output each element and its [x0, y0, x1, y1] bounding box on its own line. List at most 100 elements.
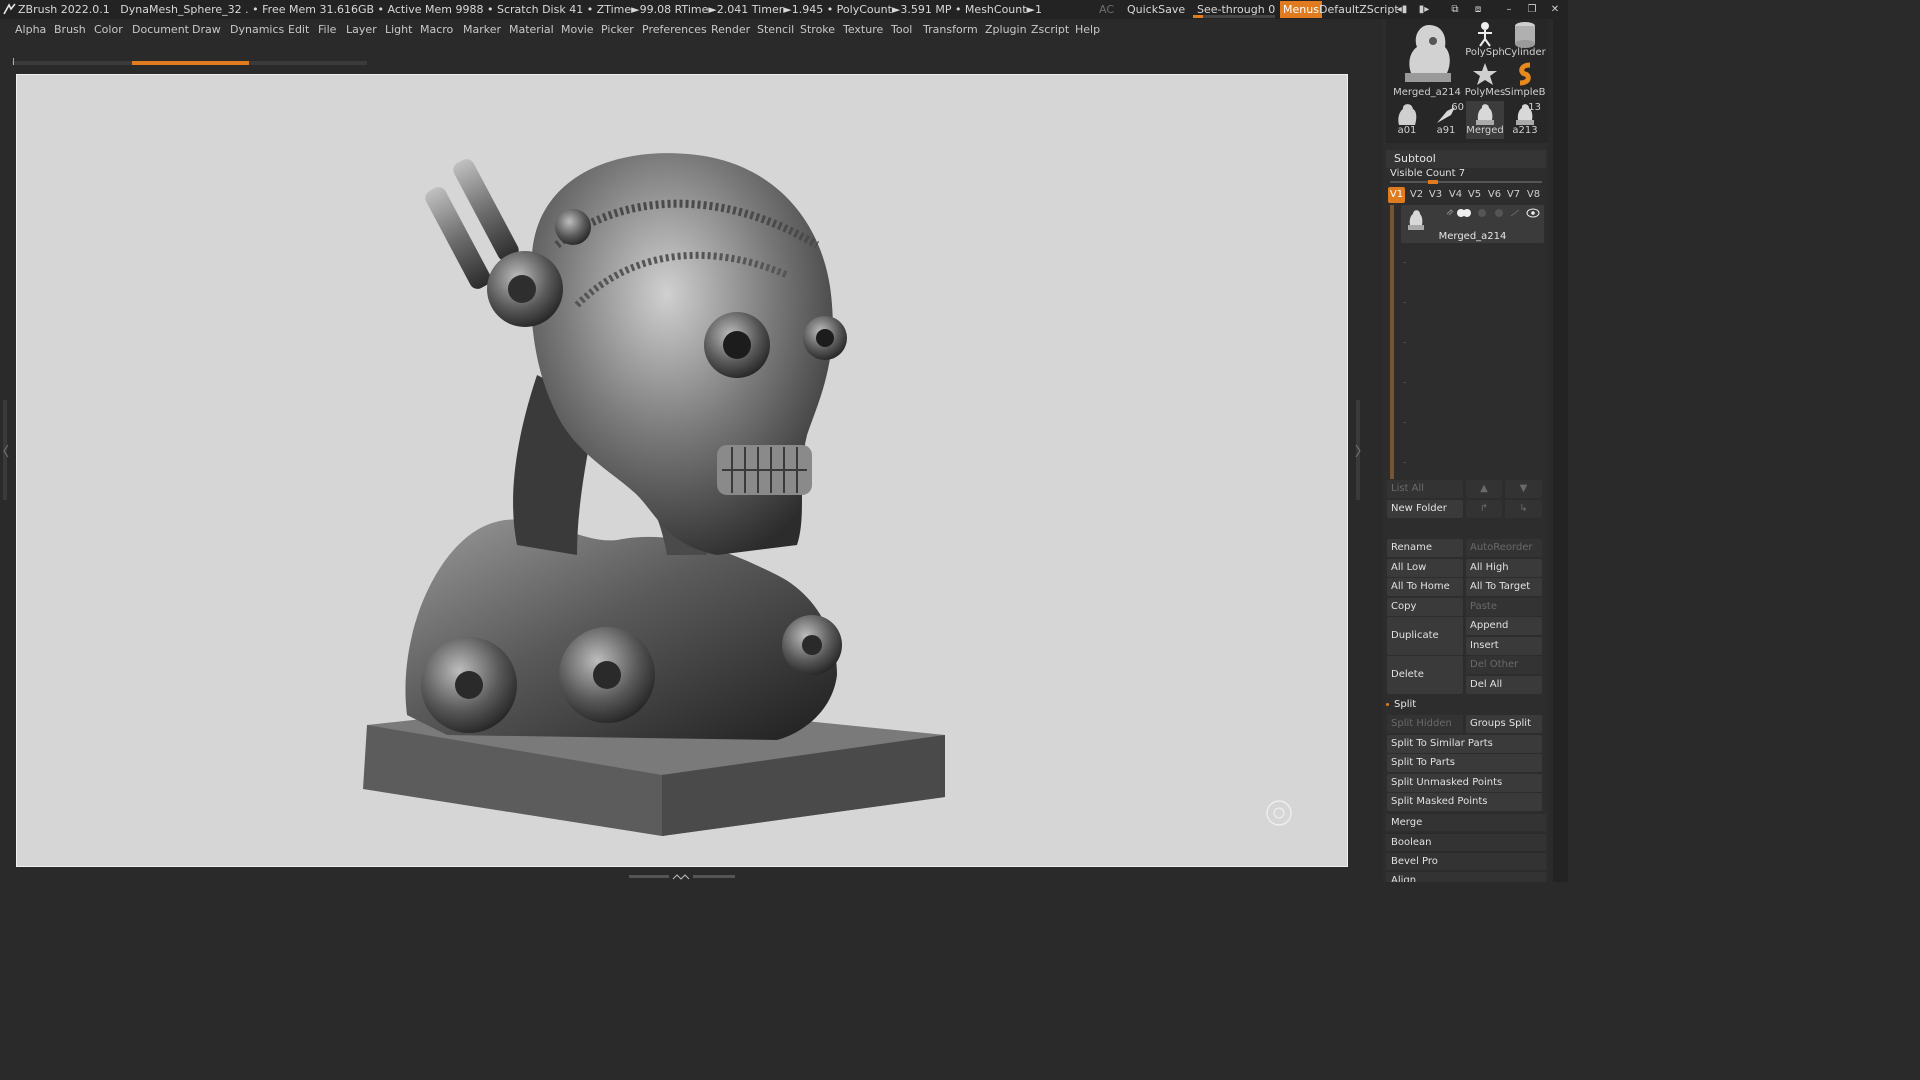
- tool-thumb-a91[interactable]: 60 a91: [1427, 101, 1465, 139]
- tab-v8[interactable]: V8: [1525, 187, 1542, 203]
- window-layout-icon[interactable]: ⧉: [1447, 3, 1463, 16]
- menu-texture[interactable]: Texture: [843, 20, 883, 40]
- right-tray-arrow-icon[interactable]: [1355, 444, 1361, 458]
- menu-material[interactable]: Material: [509, 20, 554, 40]
- tool-thumb-polymesh[interactable]: PolyMes: [1465, 62, 1505, 100]
- menu-brush[interactable]: Brush: [54, 20, 86, 40]
- tab-v2[interactable]: V2: [1408, 187, 1425, 203]
- menu-marker[interactable]: Marker: [463, 20, 501, 40]
- split-section-header[interactable]: Split: [1386, 697, 1416, 713]
- tab-v4[interactable]: V4: [1447, 187, 1464, 203]
- merge-section[interactable]: Merge: [1386, 813, 1546, 831]
- ui-layout-icon[interactable]: ⧈: [1470, 3, 1486, 16]
- bottom-tray-arrow-icon[interactable]: [672, 874, 690, 880]
- boolean-section[interactable]: Boolean: [1386, 833, 1546, 851]
- align-section[interactable]: Align: [1386, 871, 1546, 882]
- split-unmasked-points-button[interactable]: Split Unmasked Points: [1387, 774, 1542, 792]
- navigation-gizmo-icon[interactable]: [1266, 800, 1292, 826]
- tab-v5[interactable]: V5: [1466, 187, 1483, 203]
- all-low-button[interactable]: All Low: [1387, 559, 1463, 577]
- menu-draw[interactable]: Draw: [192, 20, 221, 40]
- menu-zscript[interactable]: Zscript: [1031, 20, 1069, 40]
- visible-count-slider[interactable]: [1390, 180, 1542, 184]
- menu-render[interactable]: Render: [711, 20, 750, 40]
- del-all-button[interactable]: Del All: [1466, 676, 1542, 694]
- menus-toggle-button[interactable]: Menus: [1280, 1, 1322, 18]
- split-similar-parts-button[interactable]: Split To Similar Parts: [1387, 735, 1542, 753]
- right-tray-scrollbar[interactable]: [1553, 19, 1568, 882]
- menu-document[interactable]: Document: [132, 20, 189, 40]
- paste-button[interactable]: Paste: [1466, 598, 1542, 616]
- all-to-target-button[interactable]: All To Target: [1466, 578, 1542, 596]
- subtool-item-merged[interactable]: Merged_a214: [1401, 205, 1544, 243]
- bottom-tray-left[interactable]: [629, 875, 669, 878]
- cyborg-skull-sculpt[interactable]: [363, 153, 945, 836]
- see-through-slider[interactable]: [1193, 15, 1275, 18]
- restore-icon[interactable]: ❐: [1524, 3, 1540, 16]
- delete-button[interactable]: Delete: [1387, 656, 1463, 694]
- sculpt-viewport[interactable]: [17, 75, 1348, 867]
- menu-stroke[interactable]: Stroke: [800, 20, 835, 40]
- menu-preferences[interactable]: Preferences: [642, 20, 707, 40]
- rename-button[interactable]: Rename: [1387, 539, 1463, 557]
- tab-v6[interactable]: V6: [1486, 187, 1503, 203]
- bevel-pro-section[interactable]: Bevel Pro: [1386, 852, 1546, 870]
- del-other-button[interactable]: Del Other: [1466, 656, 1542, 674]
- tool-thumb-cylinder[interactable]: Cylinder: [1504, 21, 1546, 61]
- new-folder-button[interactable]: New Folder: [1387, 500, 1463, 518]
- all-to-home-button[interactable]: All To Home: [1387, 578, 1463, 596]
- default-zscript-button[interactable]: DefaultZScript: [1319, 0, 1399, 19]
- move-up-icon[interactable]: ▲: [1466, 480, 1502, 498]
- bottom-tray-right[interactable]: [693, 875, 735, 878]
- menu-light[interactable]: Light: [385, 20, 412, 40]
- split-hidden-button[interactable]: Split Hidden: [1387, 715, 1463, 733]
- tool-thumb-a01[interactable]: a01: [1388, 101, 1426, 139]
- groups-split-button[interactable]: Groups Split: [1466, 715, 1542, 733]
- folder-out-icon[interactable]: ↳: [1505, 500, 1542, 518]
- split-masked-points-button[interactable]: Split Masked Points: [1387, 793, 1542, 811]
- left-tray-arrow-icon[interactable]: [3, 444, 9, 458]
- split-to-parts-button[interactable]: Split To Parts: [1387, 754, 1542, 772]
- move-down-icon[interactable]: ▼: [1505, 480, 1542, 498]
- menu-file[interactable]: File: [318, 20, 336, 40]
- tab-v1[interactable]: V1: [1388, 187, 1405, 203]
- layout-left-icon[interactable]: ◂▮: [1394, 3, 1410, 16]
- current-tool-thumbnail[interactable]: Merged_a214: [1392, 21, 1462, 99]
- menu-tool[interactable]: Tool: [891, 20, 912, 40]
- menu-dynamics[interactable]: Dynamics: [230, 20, 284, 40]
- menu-transform[interactable]: Transform: [923, 20, 978, 40]
- quicksave-button[interactable]: QuickSave: [1127, 0, 1185, 19]
- active-shelf-tab[interactable]: [132, 61, 249, 65]
- menu-edit[interactable]: Edit: [288, 20, 309, 40]
- all-high-button[interactable]: All High: [1466, 559, 1542, 577]
- tool-thumb-simplebrush[interactable]: SimpleB: [1504, 62, 1546, 100]
- tab-v3[interactable]: V3: [1427, 187, 1444, 203]
- shelf-tab-strip[interactable]: [12, 58, 367, 65]
- copy-button[interactable]: Copy: [1387, 598, 1463, 616]
- subtool-palette-header[interactable]: Subtool: [1386, 150, 1546, 168]
- tool-thumb-polysphere[interactable]: PolySph: [1465, 21, 1505, 61]
- layout-right-icon[interactable]: ▮▸: [1416, 3, 1432, 16]
- document-canvas[interactable]: [16, 74, 1348, 867]
- menu-color[interactable]: Color: [94, 20, 123, 40]
- insert-button[interactable]: Insert: [1466, 637, 1542, 655]
- folder-in-icon[interactable]: ↱: [1466, 500, 1502, 518]
- close-icon[interactable]: ✕: [1547, 3, 1563, 16]
- minimize-icon[interactable]: –: [1501, 3, 1517, 16]
- menu-macro[interactable]: Macro: [420, 20, 453, 40]
- tab-v7[interactable]: V7: [1505, 187, 1522, 203]
- tool-thumb-a213[interactable]: 13 a213: [1506, 101, 1544, 139]
- tool-thumb-merged[interactable]: Merged: [1466, 101, 1504, 139]
- append-button[interactable]: Append: [1466, 617, 1542, 635]
- menu-zplugin[interactable]: Zplugin: [985, 20, 1027, 40]
- menu-picker[interactable]: Picker: [601, 20, 634, 40]
- subtool-list-scrollbar[interactable]: [1390, 205, 1394, 479]
- menu-help[interactable]: Help: [1075, 20, 1100, 40]
- menu-stencil[interactable]: Stencil: [757, 20, 794, 40]
- ac-toggle[interactable]: AC: [1099, 0, 1114, 19]
- menu-movie[interactable]: Movie: [561, 20, 594, 40]
- bottom-tray-handle[interactable]: [629, 874, 735, 880]
- menu-layer[interactable]: Layer: [346, 20, 377, 40]
- autoreorder-button[interactable]: AutoReorder: [1466, 539, 1542, 557]
- duplicate-button[interactable]: Duplicate: [1387, 617, 1463, 655]
